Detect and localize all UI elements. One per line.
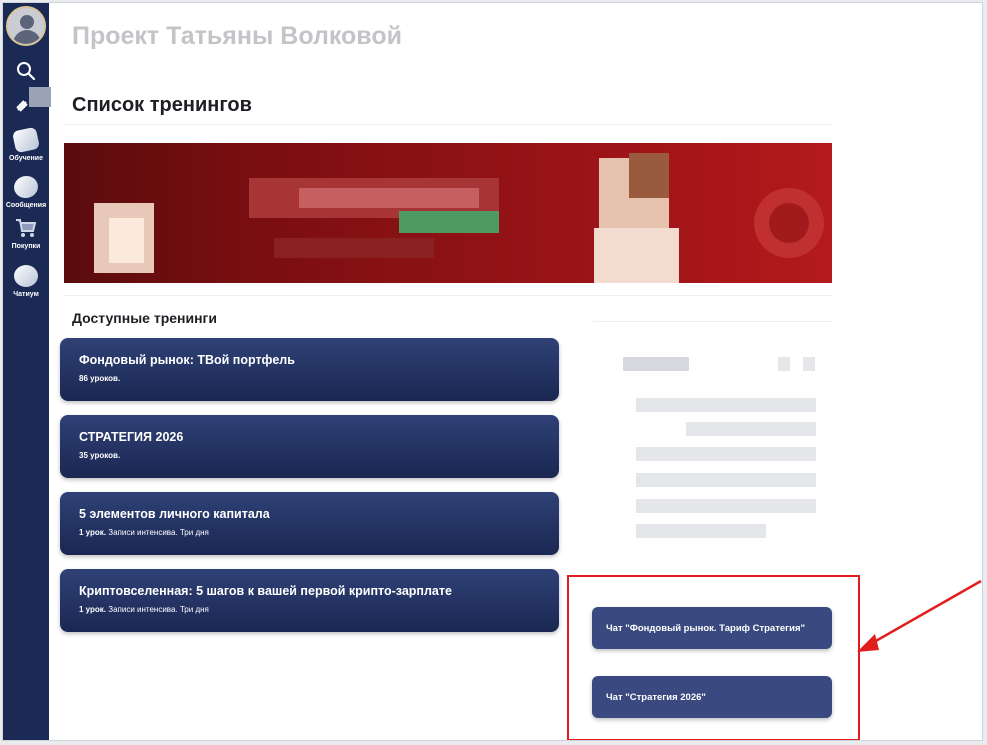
divider <box>64 295 832 296</box>
training-card[interactable]: СТРАТЕГИЯ 2026 35 уроков. <box>60 415 559 478</box>
training-card[interactable]: Криптовселенная: 5 шагов к вашей первой … <box>60 569 559 632</box>
sidebar-item-learning[interactable]: Обучение <box>3 126 49 162</box>
sidebar-item-purchases[interactable]: Покупки <box>3 217 49 250</box>
notification-badge <box>29 87 51 107</box>
sidebar-item-label: Покупки <box>11 243 41 250</box>
sidebar-item-messages[interactable]: Сообщения <box>3 173 49 209</box>
page-title: Список тренингов <box>72 94 252 116</box>
training-title: 5 элементов личного капитала <box>79 507 270 521</box>
section-title: Доступные тренинги <box>72 310 217 326</box>
cart-icon <box>16 219 37 237</box>
training-title: Фондовый рынок: ТВой портфель <box>79 353 295 367</box>
sidebar-item-chatium[interactable]: Чатиум <box>3 265 49 298</box>
sidebar-item-label: Обучение <box>9 155 43 162</box>
chat-button[interactable]: Чат "Фондовый рынок. Тариф Стратегия" <box>592 607 832 649</box>
chatium-icon <box>14 265 38 287</box>
chat-button[interactable]: Чат "Стратегия 2026" <box>592 676 832 718</box>
training-meta: 35 уроков. <box>79 451 121 460</box>
sidebar-item-label: Чатиум <box>13 291 39 298</box>
sidebar-item-label: Сообщения <box>5 202 47 209</box>
divider <box>593 321 832 322</box>
annotation-arrow-icon <box>857 579 982 652</box>
sidebar: Обучение Сообщения Покупки Чатиум <box>3 3 51 740</box>
banner-image <box>64 143 832 283</box>
training-meta: 1 урок. Записи интенсива. Три дня <box>79 605 209 614</box>
book-icon <box>11 126 41 154</box>
chat-bubble-icon <box>11 173 41 201</box>
app-window: Обучение Сообщения Покупки Чатиум Проект… <box>2 2 983 741</box>
notification-icon[interactable] <box>15 99 29 113</box>
training-title: Криптовселенная: 5 шагов к вашей первой … <box>79 584 452 598</box>
search-icon[interactable] <box>16 61 36 81</box>
training-card[interactable]: Фондовый рынок: ТВой портфель 86 уроков. <box>60 338 559 401</box>
training-meta: 1 урок. Записи интенсива. Три дня <box>79 528 209 537</box>
divider <box>64 124 832 125</box>
training-title: СТРАТЕГИЯ 2026 <box>79 430 184 444</box>
training-card[interactable]: 5 элементов личного капитала 1 урок. Зап… <box>60 492 559 555</box>
project-title[interactable]: Проект Татьяны Волковой <box>72 22 402 51</box>
avatar[interactable] <box>6 6 46 46</box>
training-meta: 86 уроков. <box>79 374 121 383</box>
